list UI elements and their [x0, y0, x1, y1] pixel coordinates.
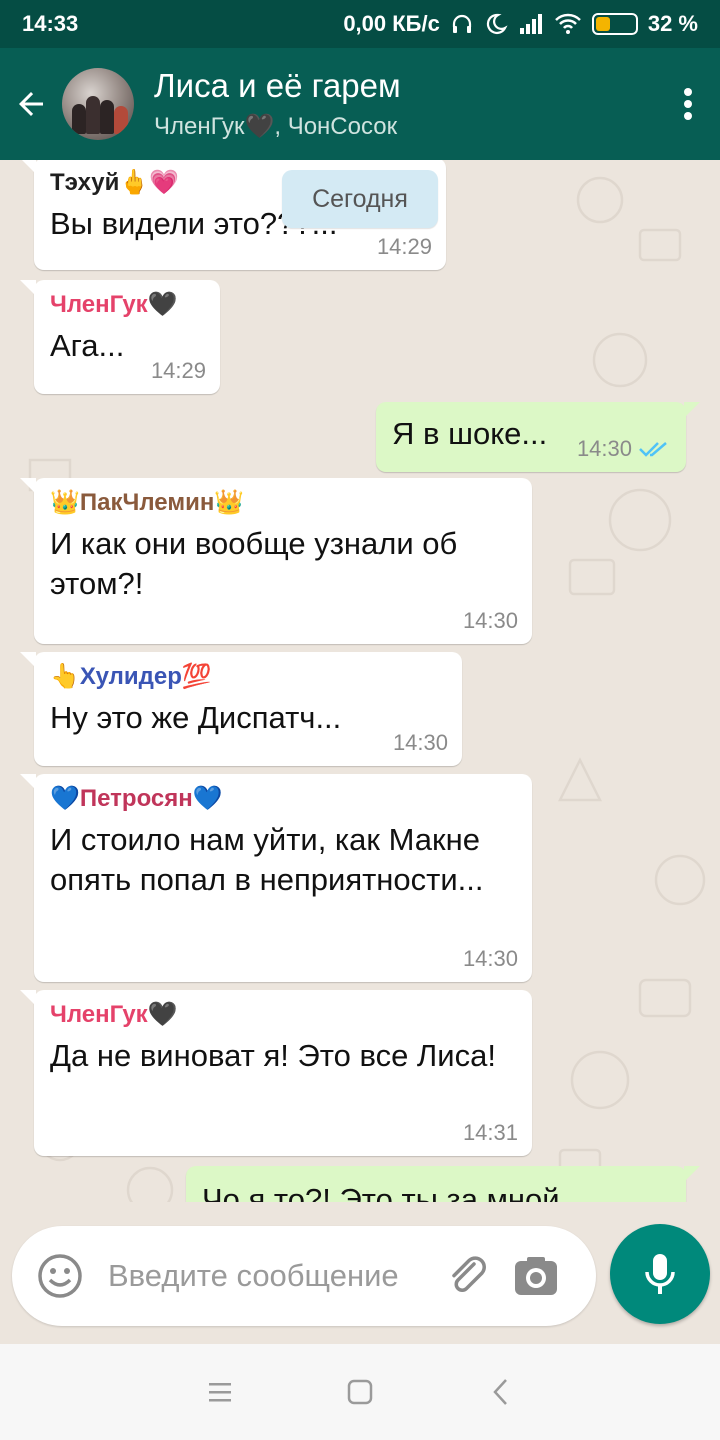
message-bubble[interactable]: ЧленГук🖤 Да не виноват я! Это все Лиса! … — [20, 990, 532, 1156]
compose-box — [12, 1226, 596, 1326]
message-sender: ЧленГук🖤 — [50, 1001, 178, 1028]
more-vert-icon — [684, 88, 692, 120]
group-avatar[interactable] — [62, 68, 134, 140]
message-bubble-outgoing[interactable]: Чо я то?! Это ты за мной — [186, 1166, 700, 1202]
chat-title-block[interactable]: Лиса и её гарем ЧленГук🖤, ЧонСосок — [154, 66, 656, 142]
message-time: 14:30 — [462, 946, 518, 971]
microphone-icon — [645, 1254, 675, 1294]
message-sender: 👆Хулидер💯 — [50, 663, 212, 690]
message-bubble-outgoing[interactable]: Я в шоке... 14:30 — [376, 402, 700, 472]
message-input[interactable] — [108, 1258, 438, 1294]
chat-header: Лиса и её гарем ЧленГук🖤, ЧонСосок — [0, 48, 720, 160]
paperclip-icon — [452, 1256, 486, 1292]
network-speed: 0,00 КБ/с — [343, 11, 440, 36]
wifi-icon — [554, 12, 582, 36]
signal-icon — [518, 12, 544, 36]
emoji-button[interactable] — [12, 1226, 108, 1326]
attach-button[interactable] — [438, 1226, 498, 1326]
compose-bar — [0, 1202, 720, 1344]
read-receipt-icon — [639, 442, 667, 457]
date-chip: Сегодня — [282, 170, 438, 228]
message-sender: 💙Петросян💙 — [50, 785, 223, 812]
overflow-menu-button[interactable] — [656, 48, 720, 160]
status-bar: 14:33 0,00 КБ/с 32 % — [0, 0, 720, 48]
arrow-left-icon — [19, 92, 43, 116]
message-time: 14:29 — [376, 234, 432, 259]
moon-icon — [484, 12, 508, 36]
system-nav-bar — [0, 1344, 720, 1440]
message-sender: 👑ПакЧлемин👑 — [50, 489, 245, 516]
voice-record-button[interactable] — [610, 1224, 710, 1324]
camera-icon — [515, 1257, 557, 1295]
message-time: 14:30 — [392, 730, 448, 755]
back-button[interactable] — [0, 48, 62, 160]
message-time: 14:29 — [150, 358, 206, 383]
message-time-status: 14:30 — [577, 436, 672, 462]
chat-messages[interactable]: Сегодня Тэхуй🖕💗 Вы видели это???... 14:2… — [0, 160, 720, 1202]
emoji-icon — [38, 1254, 82, 1298]
status-time: 14:33 — [22, 11, 79, 36]
message-time: 14:30 — [576, 436, 632, 461]
message-bubble[interactable]: 👑ПакЧлемин👑 И как они вообще узнали об э… — [20, 478, 532, 644]
home-square-icon — [347, 1379, 373, 1405]
message-text: Да не виноват я! Это все Лиса! — [50, 1038, 496, 1073]
message-bubble[interactable]: 💙Петросян💙 И стоило нам уйти, как Макне … — [20, 774, 532, 982]
chat-subtitle: ЧленГук🖤, ЧонСосок — [154, 113, 398, 140]
camera-button[interactable] — [498, 1226, 574, 1326]
battery-percent: 32 % — [647, 11, 698, 36]
chat-title: Лиса и её гарем — [154, 67, 401, 104]
message-text: И как они вообще узнали об этом?! — [50, 526, 458, 601]
message-bubble[interactable]: 👆Хулидер💯 Ну это же Диспатч... 14:30 — [20, 652, 462, 766]
menu-lines-icon — [209, 1383, 231, 1402]
battery-icon — [591, 13, 638, 35]
message-time: 14:31 — [462, 1120, 518, 1145]
status-icons: 0,00 КБ/с 32 % — [343, 11, 698, 37]
headphones-icon — [450, 12, 474, 36]
message-text: Чо я то?! Это ты за мной — [202, 1182, 560, 1202]
message-sender: ЧленГук🖤 — [50, 291, 178, 318]
home-button[interactable] — [290, 1344, 430, 1440]
chevron-left-icon — [493, 1379, 507, 1405]
message-text: И стоило нам уйти, как Макне опять попал… — [50, 822, 484, 897]
message-time: 14:30 — [462, 608, 518, 633]
message-text: Ну это же Диспатч... — [50, 700, 342, 735]
recents-button[interactable] — [150, 1344, 290, 1440]
system-back-button[interactable] — [430, 1344, 570, 1440]
message-bubble[interactable]: ЧленГук🖤 Ага... 14:29 — [20, 280, 220, 394]
